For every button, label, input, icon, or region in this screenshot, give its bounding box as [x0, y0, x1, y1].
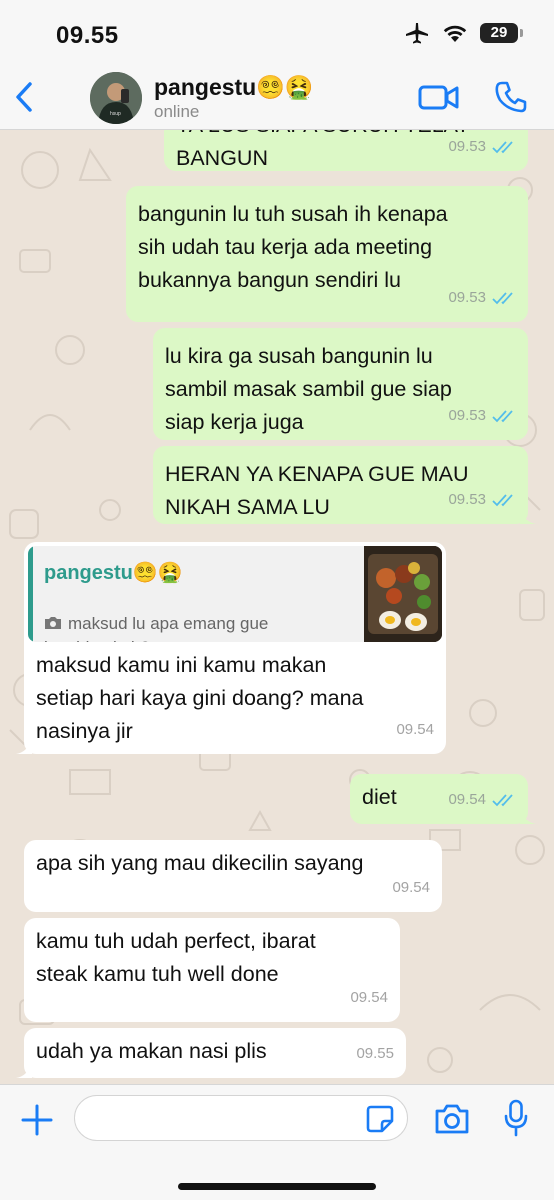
status-icons: 29: [404, 22, 523, 44]
quote-sender-name: pangestu: [44, 562, 133, 584]
message-meta: 09.54: [350, 981, 388, 1014]
message-bubble-outgoing[interactable]: YA LUS SIAPA SURUH TELAT BANGUN 09.53: [164, 130, 528, 171]
video-call-button[interactable]: [418, 82, 460, 112]
message-input[interactable]: [74, 1095, 408, 1141]
message-time: 09.54: [350, 989, 388, 1006]
message-meta: 09.54: [392, 871, 430, 904]
message-bubble-incoming[interactable]: pangestu😵‍💫🤮 maksud lu apa emang gue kam…: [16, 542, 446, 754]
bubble-tail: [520, 508, 536, 524]
svg-text:hsup: hsup: [110, 111, 121, 117]
message-text: apa sih yang mau dikecilin sayang: [36, 851, 364, 875]
message-meta: 09.54: [448, 783, 516, 816]
home-indicator: [178, 1183, 376, 1190]
attach-plus-button[interactable]: [20, 1103, 54, 1137]
message-bubble-incoming[interactable]: udah ya makan nasi plis 09.55: [16, 1028, 406, 1078]
message-meta: 09.53: [448, 483, 516, 516]
wifi-icon: [443, 25, 467, 42]
contact-name-text: pangestu: [154, 74, 257, 100]
message-time: 09.53: [448, 407, 486, 424]
message-time: 09.53: [448, 491, 486, 508]
quote-text: maksud lu apa emang gue kambing kah?: [44, 614, 269, 642]
chat-area[interactable]: YA LUS SIAPA SURUH TELAT BANGUN 09.53 ba…: [0, 130, 554, 1084]
message-bubble-outgoing[interactable]: lu kira ga susah bangunin lu sambil masa…: [153, 328, 528, 440]
message-bubble-outgoing[interactable]: HERAN YA KENAPA GUE MAU NIKAH SAMA LU 09…: [153, 446, 536, 524]
message-meta: 09.54: [396, 713, 434, 746]
input-bar: [0, 1084, 554, 1200]
chat-header: hsup pangestu😵‍💫🤮 online: [0, 66, 554, 130]
camera-icon: [45, 617, 61, 629]
read-ticks-icon: [492, 793, 513, 806]
message-text: maksud kamu ini kamu makan setiap hari k…: [36, 653, 364, 743]
status-time: 09.55: [56, 22, 119, 49]
message-bubble-outgoing[interactable]: diet 09.54: [350, 774, 536, 824]
camera-button[interactable]: [434, 1103, 470, 1135]
sticker-button[interactable]: [366, 1105, 394, 1133]
message-meta: 09.53: [448, 281, 516, 314]
airplane-mode-icon: [406, 23, 428, 44]
message-bubble-incoming[interactable]: apa sih yang mau dikecilin sayang 09.54: [24, 840, 442, 912]
message-time: 09.53: [448, 289, 486, 306]
message-meta: 09.53: [448, 399, 516, 432]
message-time: 09.55: [356, 1045, 394, 1062]
message-meta: 09.53: [448, 130, 516, 163]
message-text: kamu tuh udah perfect, ibarat steak kamu…: [36, 929, 316, 986]
message-bubble-outgoing[interactable]: bangunin lu tuh susah ih kenapa sih udah…: [126, 186, 528, 322]
read-ticks-icon: [492, 409, 513, 422]
back-button[interactable]: [10, 78, 40, 116]
message-text: udah ya makan nasi plis: [36, 1039, 267, 1063]
quoted-message[interactable]: pangestu😵‍💫🤮 maksud lu apa emang gue kam…: [28, 546, 442, 642]
battery-indicator: 29: [480, 23, 523, 43]
voice-message-button[interactable]: [504, 1099, 528, 1137]
quote-accent-bar: [28, 546, 33, 642]
bubble-tail: [16, 738, 32, 754]
message-time: 09.54: [392, 879, 430, 896]
contact-name-emoji: 😵‍💫🤮: [256, 75, 314, 101]
message-bubble-incoming[interactable]: kamu tuh udah perfect, ibarat steak kamu…: [24, 918, 400, 1022]
message-meta: 09.55: [356, 1037, 394, 1070]
bubble-tail: [520, 808, 536, 824]
message-time: 09.54: [396, 721, 434, 738]
quote-sender: pangestu😵‍💫🤮: [44, 556, 183, 590]
contact-status: online: [154, 102, 200, 121]
avatar-photo: hsup: [90, 72, 142, 124]
voice-call-button[interactable]: [494, 80, 528, 114]
read-ticks-icon: [492, 493, 513, 506]
message-time: 09.53: [448, 138, 486, 155]
message-time: 09.54: [448, 791, 486, 808]
status-bar: 09.55 29: [0, 0, 554, 66]
quoted-photo-thumbnail: [364, 546, 442, 642]
bubble-tail: [16, 1062, 32, 1078]
quote-text-row: maksud lu apa emang gue kambing kah?: [44, 588, 344, 642]
read-ticks-icon: [492, 291, 513, 304]
quote-sender-emoji: 😵‍💫🤮: [132, 560, 183, 584]
contact-name[interactable]: pangestu😵‍💫🤮: [154, 74, 314, 101]
read-ticks-icon: [492, 140, 513, 153]
contact-avatar[interactable]: hsup: [90, 72, 142, 124]
